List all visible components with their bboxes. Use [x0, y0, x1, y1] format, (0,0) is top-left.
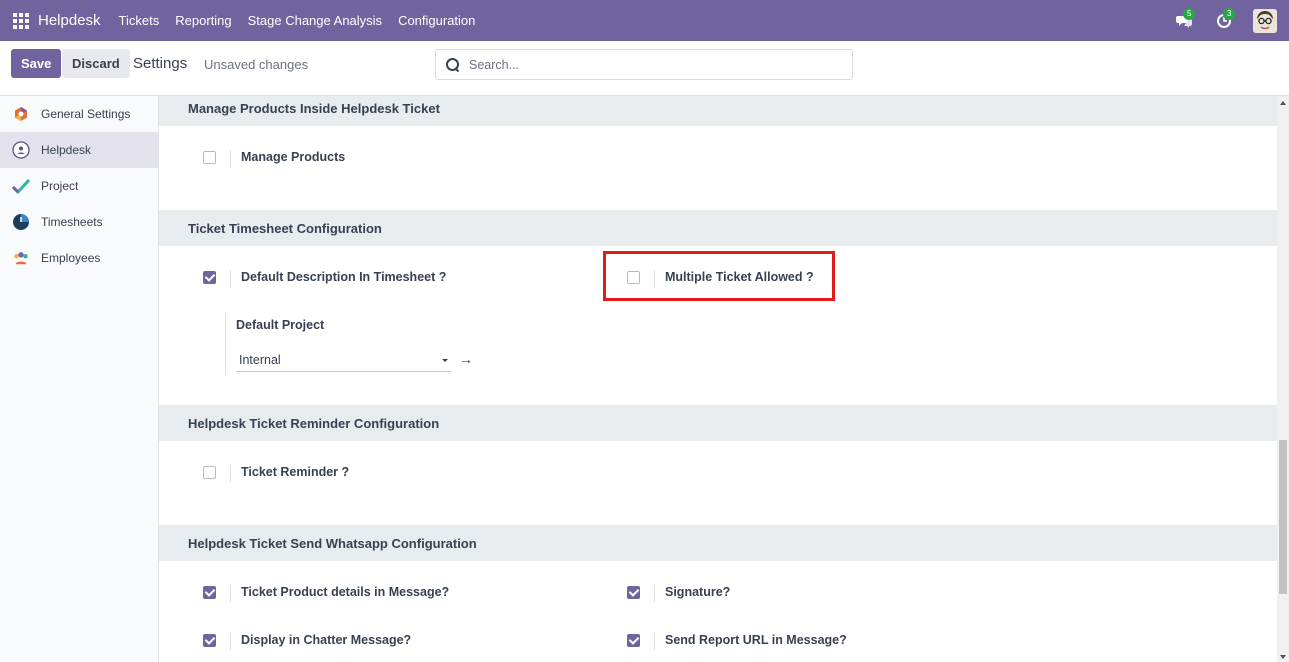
control-panel: Save Discard Settings Unsaved changes	[0, 41, 1289, 96]
chatter-message-checkbox[interactable]	[203, 634, 216, 647]
search-icon	[446, 57, 460, 72]
signature-checkbox[interactable]	[627, 586, 640, 599]
scroll-down-icon[interactable]	[1280, 655, 1286, 659]
settings-content: Manage Products Inside Helpdesk Ticket M…	[159, 96, 1277, 662]
highlight-box	[603, 251, 835, 301]
signature-label: Signature?	[665, 585, 731, 599]
scroll-up-icon[interactable]	[1280, 101, 1286, 105]
hexagon-icon	[12, 105, 30, 123]
default-project-value: Internal	[239, 353, 281, 367]
sidebar-item-project[interactable]: Project	[0, 168, 158, 204]
messages-badge: 5	[1183, 7, 1196, 20]
setting-report-url: Send Report URL in Message?	[627, 633, 847, 651]
manage-products-label: Manage Products	[241, 150, 346, 164]
product-details-checkbox[interactable]	[203, 586, 216, 599]
helpdesk-icon	[12, 141, 30, 159]
sidebar-item-label: General Settings	[41, 107, 131, 121]
setting-product-details: Ticket Product details in Message?	[203, 585, 449, 603]
checkmark-icon	[12, 177, 30, 195]
search-input[interactable]	[469, 57, 829, 72]
setting-ticket-reminder: Ticket Reminder ?	[203, 465, 349, 483]
manage-products-checkbox[interactable]	[203, 151, 216, 164]
activities-button[interactable]: 3	[1213, 7, 1236, 31]
app-brand[interactable]: Helpdesk	[38, 12, 101, 29]
product-details-label: Ticket Product details in Message?	[241, 585, 450, 599]
activities-badge: 3	[1223, 7, 1236, 20]
people-icon	[12, 249, 30, 267]
sidebar-item-label: Employees	[41, 251, 101, 265]
save-button[interactable]: Save	[11, 49, 62, 78]
page-title: Settings	[133, 55, 188, 72]
default-description-checkbox[interactable]	[203, 271, 216, 284]
content-scrollbar[interactable]	[1277, 96, 1289, 662]
menu-configuration[interactable]: Configuration	[398, 13, 475, 28]
avatar-face-icon	[1253, 8, 1277, 33]
report-url-checkbox[interactable]	[627, 634, 640, 647]
setting-signature: Signature?	[627, 585, 730, 603]
ticket-reminder-checkbox[interactable]	[203, 466, 216, 479]
unsaved-status: Unsaved changes	[204, 57, 309, 72]
sidebar-item-label: Helpdesk	[41, 143, 92, 157]
user-avatar[interactable]	[1253, 8, 1277, 33]
default-project-label: Default Project	[236, 318, 325, 332]
search-bar[interactable]	[435, 49, 853, 80]
timesheet-clock-icon	[12, 213, 30, 231]
default-project-select[interactable]: Internal	[236, 349, 451, 372]
arrow-right-icon[interactable]: →	[459, 351, 473, 367]
section-header-whatsapp: Helpdesk Ticket Send Whatsapp Configurat…	[159, 525, 1277, 561]
messages-button[interactable]: 5	[1173, 7, 1196, 31]
default-description-label: Default Description In Timesheet ?	[241, 270, 447, 284]
sidebar-item-label: Timesheets	[41, 215, 103, 229]
sidebar-item-employees[interactable]: Employees	[0, 240, 158, 276]
menu-stage-change-analysis[interactable]: Stage Change Analysis	[248, 13, 382, 28]
menu-tickets[interactable]: Tickets	[119, 13, 160, 28]
sidebar-item-label: Project	[41, 179, 79, 193]
ticket-reminder-label: Ticket Reminder ?	[241, 465, 350, 479]
chevron-down-icon	[442, 359, 448, 362]
top-navbar: Helpdesk Tickets Reporting Stage Change …	[0, 0, 1289, 41]
scroll-thumb[interactable]	[1279, 440, 1287, 594]
setting-default-description: Default Description In Timesheet ?	[203, 270, 446, 288]
sidebar-item-general-settings[interactable]: General Settings	[0, 96, 158, 132]
settings-sidebar: General Settings Helpdesk Project Timesh…	[0, 96, 159, 662]
section-header-reminder: Helpdesk Ticket Reminder Configuration	[159, 405, 1277, 441]
chatter-message-label: Display in Chatter Message?	[241, 633, 412, 647]
section-header-manage-products: Manage Products Inside Helpdesk Ticket	[159, 96, 1277, 126]
sidebar-item-helpdesk[interactable]: Helpdesk	[0, 132, 158, 168]
discard-button[interactable]: Discard	[62, 49, 130, 78]
report-url-label: Send Report URL in Message?	[665, 633, 847, 647]
sidebar-item-timesheets[interactable]: Timesheets	[0, 204, 158, 240]
setting-chatter-message: Display in Chatter Message?	[203, 633, 411, 651]
apps-grid-icon[interactable]	[13, 12, 29, 29]
section-header-timesheet: Ticket Timesheet Configuration	[159, 210, 1277, 246]
menu-reporting[interactable]: Reporting	[175, 13, 231, 28]
setting-manage-products: Manage Products	[203, 150, 345, 168]
